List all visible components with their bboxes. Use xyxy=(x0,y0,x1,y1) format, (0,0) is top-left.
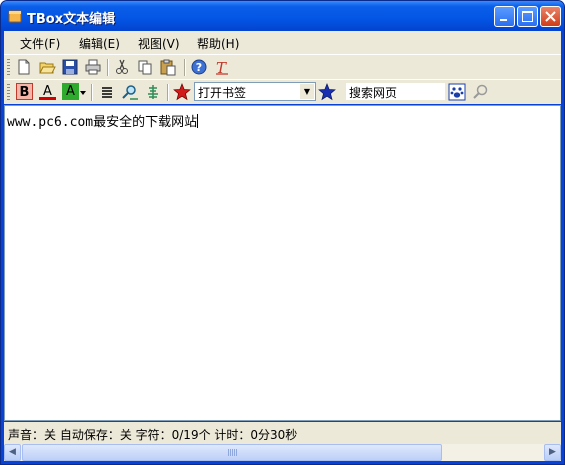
toolbar-grip[interactable] xyxy=(7,59,10,75)
dropdown-arrow-icon[interactable]: ▼ xyxy=(300,84,314,99)
window-title: TBox文本编辑 xyxy=(27,12,116,27)
new-file-icon[interactable] xyxy=(15,58,33,76)
menu-file[interactable]: 文件(F) xyxy=(20,35,60,52)
svg-text:?: ? xyxy=(196,61,202,74)
status-text: 声音：关 自动保存：关 字符：0/19个 计时：0分30秒 xyxy=(8,428,298,442)
status-bar: 声音：关 自动保存：关 字符：0/19个 计时：0分30秒 xyxy=(4,422,561,444)
text-caret xyxy=(197,114,199,128)
maximize-button[interactable] xyxy=(517,6,538,27)
standard-toolbar: ? T xyxy=(4,54,561,79)
menu-bar: 文件(F) 编辑(E) 视图(V) 帮助(H) xyxy=(4,31,561,54)
align-icon[interactable] xyxy=(98,83,116,101)
scrollbar-thumb[interactable] xyxy=(22,444,442,461)
minimize-button[interactable] xyxy=(494,6,515,27)
editor-text: www.pc6.com最安全的下载网站 xyxy=(7,115,198,130)
menu-help[interactable]: 帮助(H) xyxy=(197,35,239,52)
editor-content[interactable]: www.pc6.com最安全的下载网站 xyxy=(7,111,199,130)
title-bar[interactable]: TBox文本编辑 xyxy=(1,1,564,31)
bookmark-select[interactable]: 打开书签 ▼ xyxy=(194,82,316,101)
clear-format-icon[interactable]: T xyxy=(213,58,231,76)
chevron-down-icon[interactable] xyxy=(79,89,87,97)
font-color-button[interactable]: A xyxy=(39,83,56,100)
paste-icon[interactable] xyxy=(159,58,177,76)
find-replace-icon[interactable] xyxy=(121,83,139,101)
print-icon[interactable] xyxy=(84,58,102,76)
cut-icon[interactable] xyxy=(113,58,131,76)
close-icon xyxy=(545,11,556,22)
text-editor[interactable]: www.pc6.com最安全的下载网站 xyxy=(4,105,561,421)
thumb-grip xyxy=(228,449,237,456)
bookmark-select-value: 打开书签 xyxy=(198,86,247,100)
format-toolbar: B A A 打开书签 ▼ 搜索网页 xyxy=(4,79,561,104)
menu-edit[interactable]: 编辑(E) xyxy=(79,35,120,52)
baidu-paw-icon[interactable] xyxy=(448,83,466,101)
toolbar-separator xyxy=(91,84,93,101)
horizontal-scrollbar[interactable]: ◀ ▶ xyxy=(4,444,561,461)
maximize-icon xyxy=(522,11,533,22)
add-bookmark-star-icon[interactable] xyxy=(318,83,336,101)
bold-button[interactable]: B xyxy=(16,83,33,100)
bookmark-star-icon[interactable] xyxy=(173,83,191,101)
search-input-text: 搜索网页 xyxy=(349,86,398,100)
app-icon xyxy=(8,10,22,23)
search-input[interactable]: 搜索网页 xyxy=(345,82,446,101)
indent-icon[interactable] xyxy=(144,83,162,101)
toolbar-grip[interactable] xyxy=(7,84,10,100)
scroll-right-arrow-icon[interactable]: ▶ xyxy=(544,444,561,461)
copy-icon[interactable] xyxy=(136,58,154,76)
open-folder-icon[interactable] xyxy=(38,58,56,76)
minimize-icon xyxy=(500,19,507,21)
toolbar-separator xyxy=(167,84,169,101)
help-icon[interactable]: ? xyxy=(190,58,208,76)
scroll-left-arrow-icon[interactable]: ◀ xyxy=(4,444,21,461)
toolbar-separator xyxy=(107,59,109,76)
app-window: TBox文本编辑 文件(F) 编辑(E) 视图(V) 帮助(H) ? T B A… xyxy=(0,0,565,465)
menu-view[interactable]: 视图(V) xyxy=(138,35,180,52)
search-icon[interactable] xyxy=(472,83,490,101)
toolbar-separator xyxy=(184,59,186,76)
highlight-color-button[interactable]: A xyxy=(62,83,79,100)
close-button[interactable] xyxy=(540,6,561,27)
save-icon[interactable] xyxy=(61,58,79,76)
